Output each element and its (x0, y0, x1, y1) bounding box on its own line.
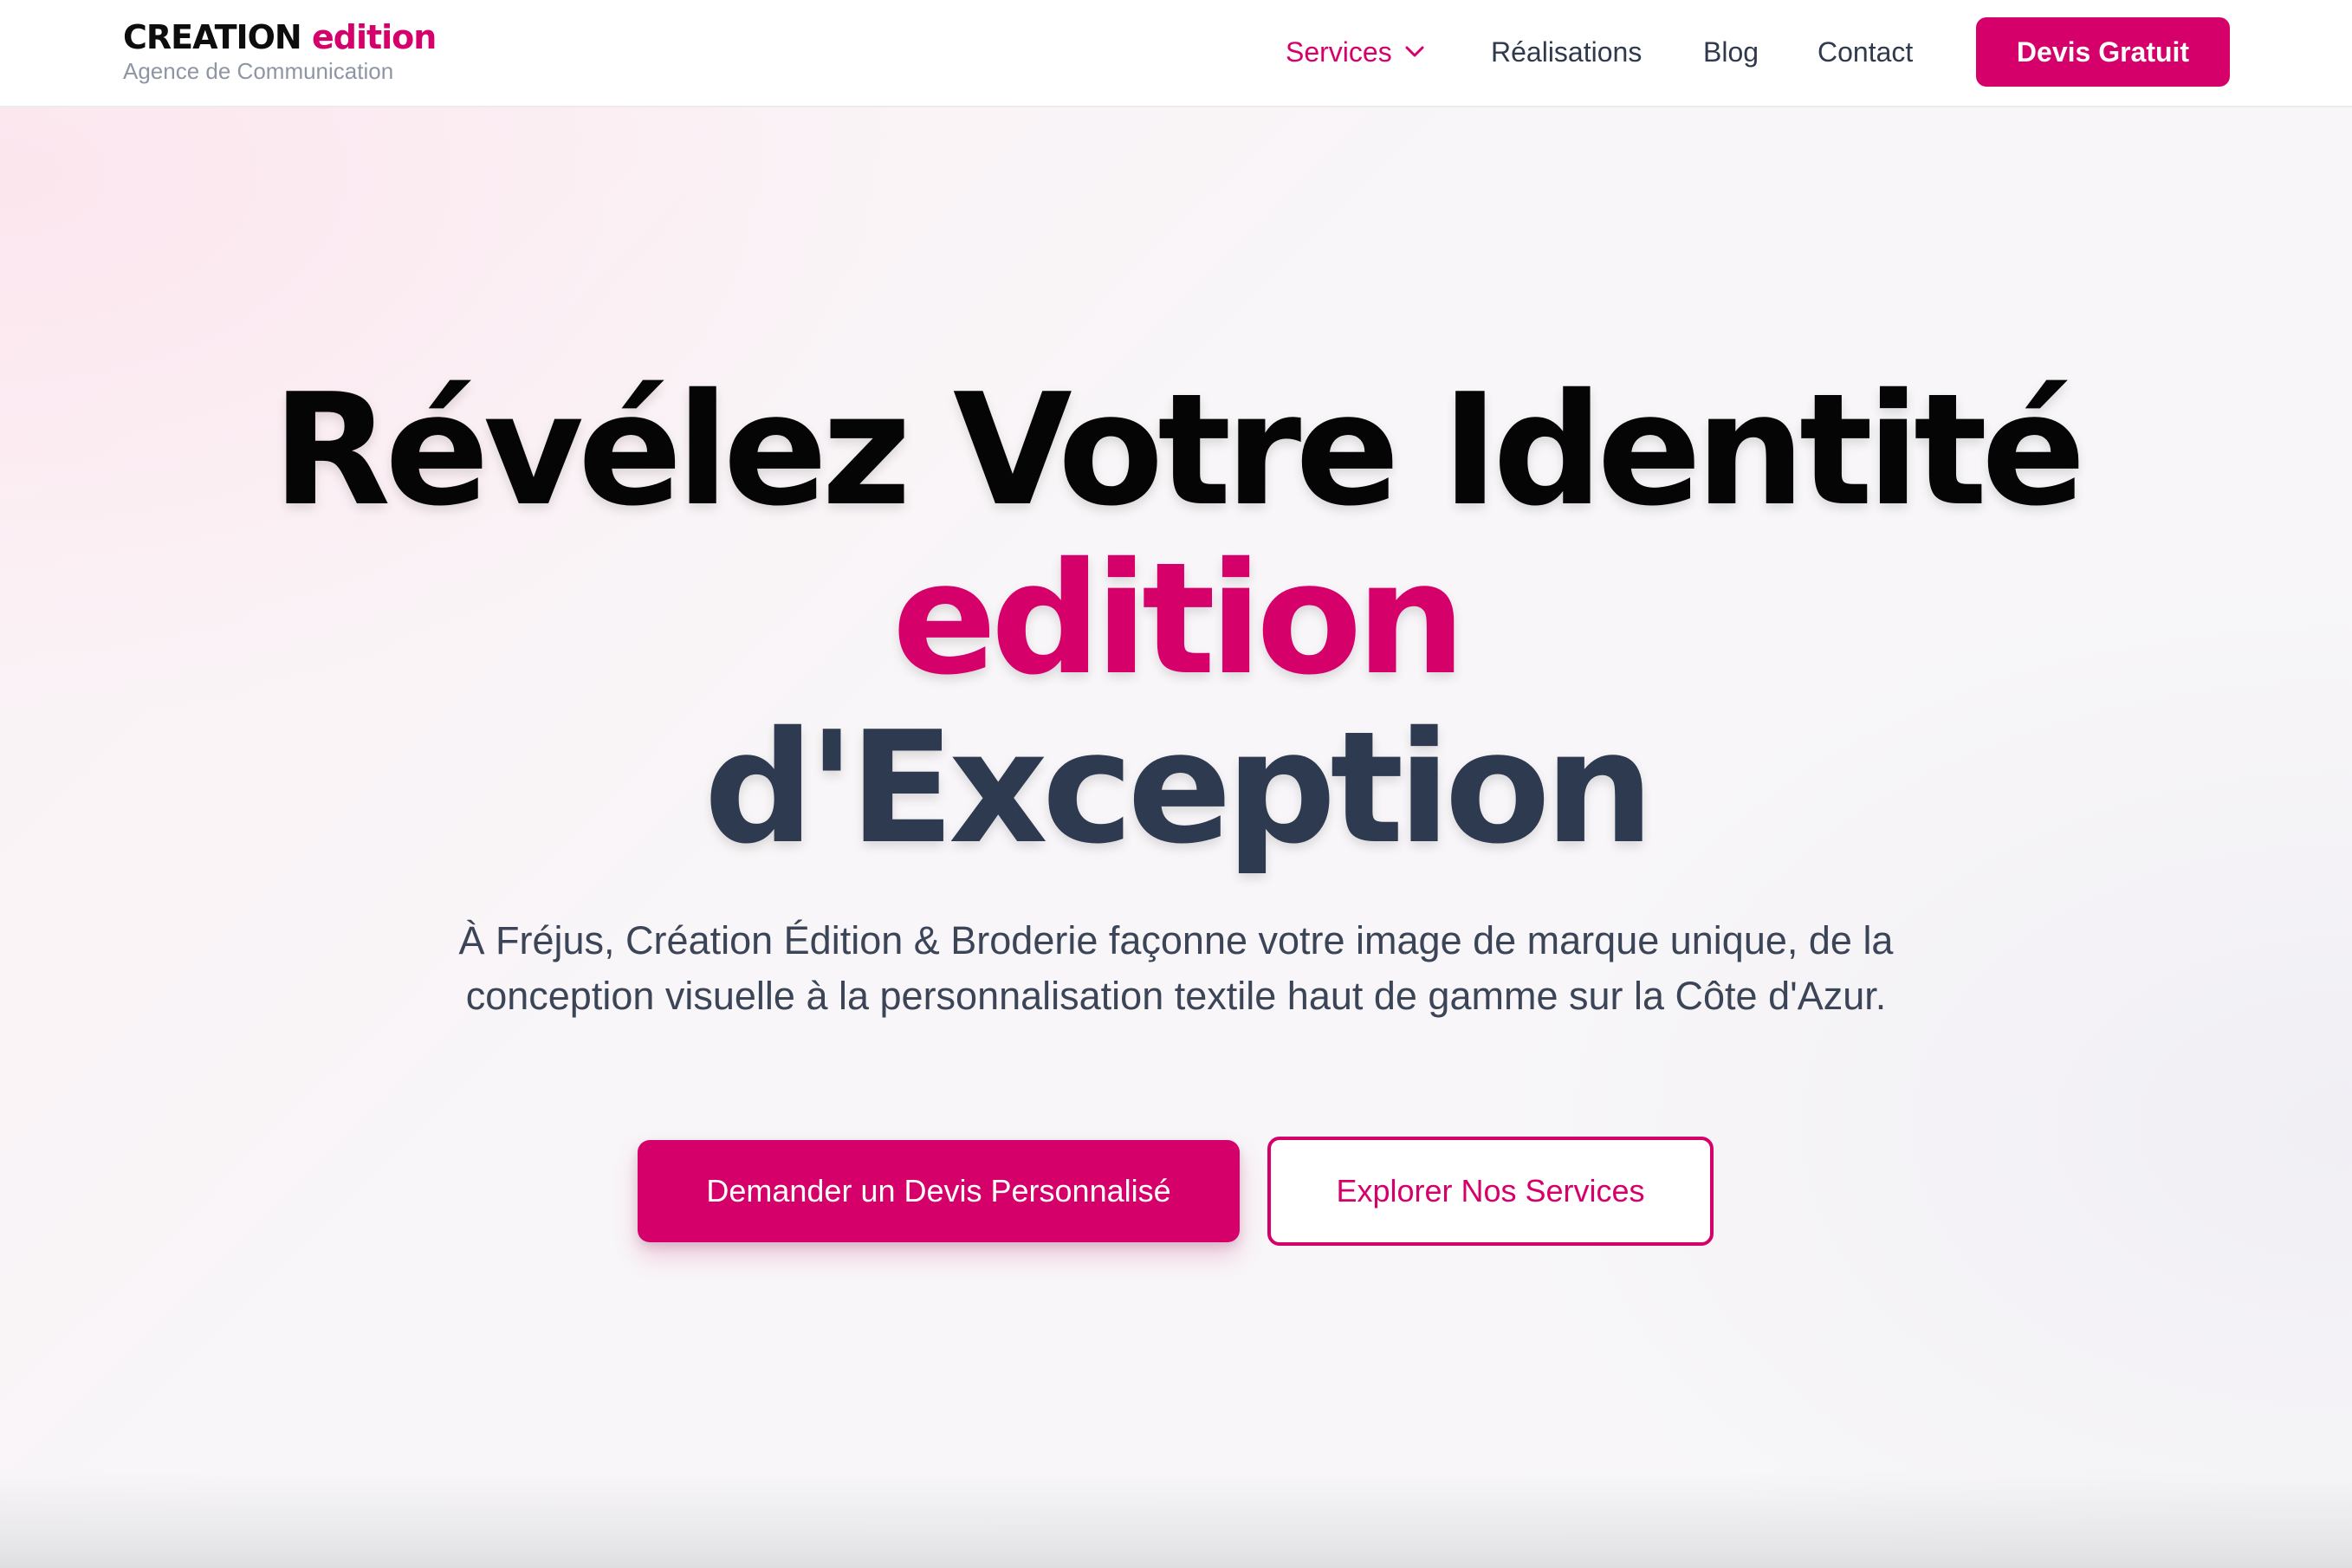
nav-realisations[interactable]: Réalisations (1491, 35, 1642, 69)
explore-services-button[interactable]: Explorer Nos Services (1267, 1137, 1714, 1246)
hero-title-line2: edition (891, 529, 1466, 709)
request-quote-button[interactable]: Demander un Devis Personnalisé (638, 1140, 1240, 1242)
nav-blog[interactable]: Blog (1703, 35, 1759, 69)
free-quote-button[interactable]: Devis Gratuit (1976, 17, 2230, 87)
brand-name-accent: edition (311, 18, 437, 56)
brand-logo[interactable]: CREATION edition Agence de Communication (123, 16, 437, 85)
nav-contact[interactable]: Contact (1817, 35, 1913, 69)
brand-name: CREATION edition (123, 16, 437, 59)
nav-services-label: Services (1286, 36, 1392, 68)
hero-title-line3: d'Exception (703, 698, 1654, 878)
chevron-down-icon (1405, 46, 1424, 57)
hero-subtitle: À Fréjus, Création Édition & Broderie fa… (458, 918, 1894, 1018)
brand-name-primary: CREATION (123, 18, 302, 56)
brand-tagline: Agence de Communication (123, 58, 394, 84)
hero-title: Révélez Votre Identité edition d'Excepti… (0, 364, 2352, 875)
nav-services[interactable]: Services (1286, 35, 1425, 69)
hero-title-line1: Révélez Votre Identité (272, 360, 2086, 540)
section-divider-shadow (0, 1473, 2352, 1568)
site-header: CREATION edition Agence de Communication… (0, 0, 2352, 107)
